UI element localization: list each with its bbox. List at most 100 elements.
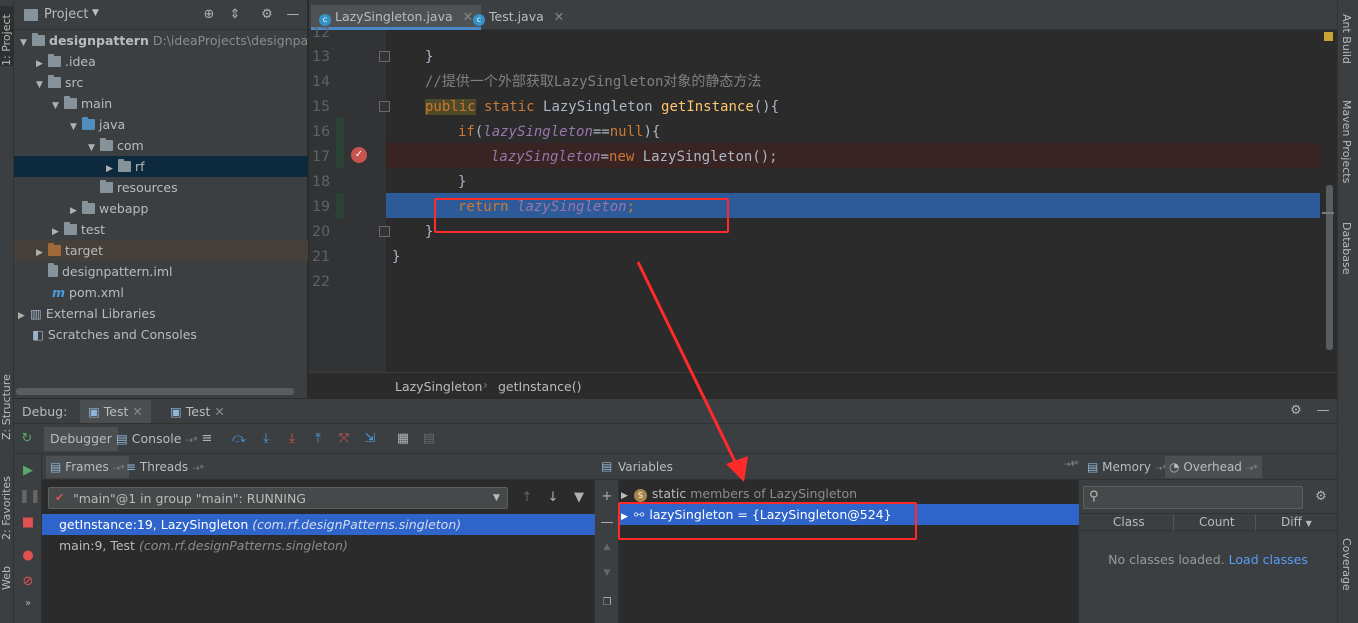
pause-icon[interactable]: ❚❚: [19, 488, 41, 506]
debug-tab-test-1[interactable]: ▣ Test ✕: [80, 400, 151, 423]
coverage-button[interactable]: Coverage: [1340, 538, 1353, 608]
gear-icon[interactable]: ⚙: [1312, 488, 1330, 506]
tab-memory[interactable]: ▤ Memory ⇢*: [1083, 456, 1171, 478]
tree-item-rf[interactable]: ▶ rf: [106, 156, 145, 177]
maven-projects-button[interactable]: Maven Projects: [1340, 100, 1353, 210]
breadcrumb-method[interactable]: getInstance(): [498, 379, 581, 394]
memory-empty-text: No classes loaded.: [1108, 552, 1225, 567]
tree-item-label: designpattern: [49, 33, 149, 48]
tab-test[interactable]: c Test.java ✕: [465, 5, 572, 28]
memory-header: ⇢* ▤ Memory ⇢* ◔ Overhead ⇢*: [1067, 454, 1337, 480]
favorites-tool-button[interactable]: 2: Favorites: [0, 460, 14, 540]
tree-item-scratches[interactable]: ◧ Scratches and Consoles: [32, 324, 197, 345]
stop-icon[interactable]: ■: [19, 514, 37, 532]
tab-overhead[interactable]: ◔ Overhead ⇢*: [1165, 456, 1262, 478]
fold-marker-icon[interactable]: [379, 226, 390, 237]
tree-item-idea[interactable]: ▶ .idea: [36, 51, 96, 72]
move-up-icon[interactable]: ▲: [598, 538, 616, 556]
load-classes-link[interactable]: Load classes: [1229, 552, 1308, 567]
show-execution-point-icon[interactable]: ≡: [198, 430, 216, 448]
line-number: 12: [312, 25, 330, 41]
tree-item-test[interactable]: ▶ test: [52, 219, 105, 240]
tab-lazysingleton[interactable]: c LazySingleton.java ✕: [311, 5, 482, 30]
minimize-icon[interactable]: —: [1314, 402, 1332, 420]
structure-tool-button[interactable]: Z: Structure: [0, 365, 14, 440]
column-diff[interactable]: Diff ▼: [1281, 515, 1312, 529]
tree-item-src[interactable]: ▼ src: [36, 72, 83, 93]
chevron-down-icon[interactable]: ▼: [92, 8, 99, 18]
tree-item-main[interactable]: ▼ main: [52, 93, 112, 114]
force-step-into-icon[interactable]: ⤓: [283, 430, 301, 448]
folder-icon: [64, 96, 77, 109]
tab-frames[interactable]: ▤ Frames ⇢*: [46, 456, 129, 478]
step-into-icon[interactable]: ⤓: [257, 430, 275, 448]
debug-run-icon: ▣: [170, 404, 182, 419]
gear-icon[interactable]: ⚙: [258, 6, 276, 24]
memory-search-input[interactable]: ⚲: [1083, 486, 1303, 509]
more-icon[interactable]: »: [19, 595, 37, 613]
tree-item-target[interactable]: ▶ target: [36, 240, 103, 261]
code-type: LazySingleton: [543, 99, 662, 115]
frame-row[interactable]: main:9, Test (com.rf.designPatterns.sing…: [42, 535, 595, 556]
move-down-icon[interactable]: ▼: [598, 564, 616, 582]
remove-watch-icon[interactable]: —: [598, 514, 616, 532]
close-icon[interactable]: ✕: [132, 404, 142, 419]
project-view-icon: [24, 9, 38, 21]
horizontal-scrollbar[interactable]: [16, 388, 294, 395]
web-tool-button[interactable]: Web: [0, 560, 14, 590]
duplicate-icon[interactable]: ❐: [598, 594, 616, 612]
project-view-title[interactable]: Project: [44, 7, 88, 22]
thread-selector[interactable]: ✔ "main"@1 in group "main": RUNNING ▼: [48, 487, 508, 509]
tree-item-resources[interactable]: resources: [88, 177, 178, 198]
step-out-icon[interactable]: ⤒: [309, 430, 327, 448]
warning-marker[interactable]: [1324, 32, 1333, 41]
frame-up-icon[interactable]: ↑: [518, 489, 536, 507]
tree-item-com[interactable]: ▼ com: [88, 135, 144, 156]
trace-icon[interactable]: ▤: [420, 430, 438, 448]
scratches-icon: ◧: [32, 327, 44, 342]
breadcrumb-class[interactable]: LazySingleton: [395, 379, 482, 394]
tab-console[interactable]: ▤ Console ⇢*: [110, 427, 203, 451]
run-to-cursor-icon[interactable]: ⇲: [361, 430, 379, 448]
close-icon[interactable]: ✕: [554, 9, 564, 24]
gear-icon[interactable]: ⚙: [1287, 402, 1305, 420]
close-icon[interactable]: ✕: [214, 404, 224, 419]
breakpoint-icon[interactable]: ✓: [351, 147, 367, 163]
frame-down-icon[interactable]: ↓: [544, 489, 562, 507]
fold-marker-icon[interactable]: [379, 101, 390, 112]
database-button[interactable]: Database: [1340, 222, 1353, 292]
minimize-icon[interactable]: —: [284, 6, 302, 24]
ant-build-button[interactable]: Ant Build: [1340, 14, 1353, 84]
drop-frame-icon[interactable]: ⤧: [335, 430, 353, 448]
add-watch-icon[interactable]: +: [598, 488, 616, 506]
rerun-icon[interactable]: ↻: [18, 430, 36, 448]
locate-icon[interactable]: ⊕: [200, 6, 218, 24]
editor-scrollbar-thumb[interactable]: [1326, 185, 1333, 350]
tab-threads[interactable]: ≡ Threads ⇢*: [122, 456, 208, 478]
resume-icon[interactable]: ▶: [19, 462, 37, 480]
project-tool-button[interactable]: 1: Project: [0, 6, 14, 66]
mute-breakpoints-icon[interactable]: ⊘: [19, 573, 37, 591]
evaluate-expression-icon[interactable]: ▦: [394, 430, 412, 448]
frame-row-selected[interactable]: getInstance:19, LazySingleton (com.rf.de…: [42, 514, 595, 535]
frames-icon: ▤: [50, 460, 62, 474]
fold-marker-icon[interactable]: [379, 51, 390, 62]
column-class[interactable]: Class: [1113, 515, 1145, 529]
step-over-icon[interactable]: ⤼: [230, 430, 248, 448]
tree-item-designpattern[interactable]: ▼ designpattern D:\ideaProjects\designpat…: [20, 30, 326, 51]
view-breakpoints-icon[interactable]: ●: [19, 547, 37, 565]
tree-item-java[interactable]: ▼ java: [70, 114, 125, 135]
line-number: 13: [312, 49, 330, 65]
collapse-icon[interactable]: ⇕: [226, 6, 244, 24]
tree-item-label: com: [117, 138, 144, 153]
tree-item-webapp[interactable]: ▶ webapp: [70, 198, 148, 219]
web-tool-label: Web: [0, 566, 13, 590]
tab-debugger[interactable]: Debugger: [44, 427, 118, 451]
column-count[interactable]: Count: [1199, 515, 1235, 529]
debug-tab-test-2[interactable]: ▣ Test ✕: [162, 400, 233, 423]
filter-icon[interactable]: ▼: [570, 489, 588, 507]
line-marker[interactable]: [1322, 212, 1334, 214]
tree-item-pom[interactable]: m pom.xml: [52, 282, 124, 303]
tree-item-external-libraries[interactable]: ▶ ▥ External Libraries: [18, 303, 156, 324]
tree-item-iml[interactable]: designpattern.iml: [48, 261, 173, 282]
